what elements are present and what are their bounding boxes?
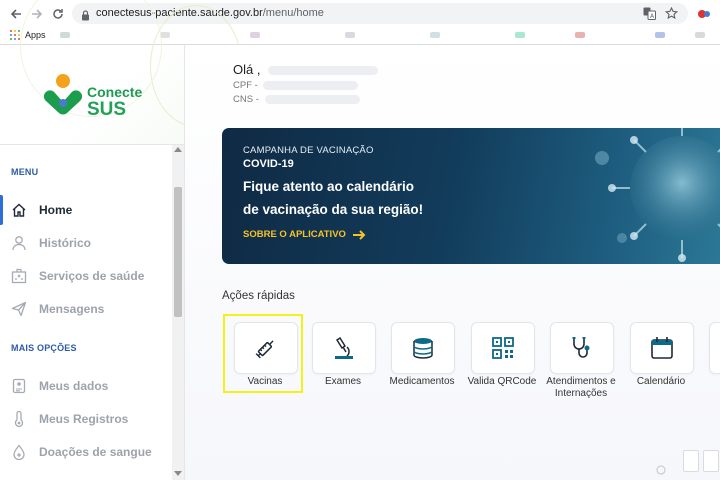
redacted-cns: [264, 94, 360, 104]
vaccination-campaign-banner[interactable]: CAMPANHA DE VACINAÇÃO COVID-19 Fique ate…: [222, 128, 720, 264]
cns-line: CNS -: [233, 94, 360, 105]
sidebar-item-meus-dados[interactable]: Meus dados: [0, 371, 172, 401]
redacted-name: [268, 66, 379, 76]
virus-illustration-icon: [595, 128, 720, 262]
document-icon[interactable]: [703, 450, 719, 472]
calendar-icon: [651, 337, 673, 359]
extension-icon: [698, 10, 710, 18]
bookmark-favicon[interactable]: [345, 32, 355, 38]
sidebar-item-label: Meus Registros: [39, 412, 129, 426]
bookmark-favicon[interactable]: [250, 32, 260, 38]
quick-action-label: Valida QRCode: [467, 376, 537, 387]
sidebar-item-servicos[interactable]: Serviços de saúde: [0, 261, 172, 291]
quick-action-label: Atendimentos e Internações: [546, 376, 616, 399]
sidebar-item-label: Meus dados: [39, 379, 109, 393]
menu-heading: MENU: [11, 167, 39, 177]
translate-icon[interactable]: A: [642, 6, 657, 21]
quick-action-medicamentos[interactable]: [391, 322, 455, 374]
qrcode-icon: [492, 337, 514, 359]
logo-line2: SUS: [87, 99, 127, 120]
microscope-icon: [335, 336, 353, 359]
sidebar-scrollbar[interactable]: [172, 145, 184, 480]
home-icon: [10, 201, 28, 219]
back-arrow-icon: [10, 9, 21, 19]
redacted-cpf: [263, 80, 359, 90]
more-options-heading: MAIS OPÇÕES: [11, 343, 77, 353]
greeting: Olá ,: [233, 62, 379, 77]
sidebar-item-historico[interactable]: Histórico: [0, 228, 172, 258]
blood-drop-icon: [10, 443, 28, 461]
highlight-box: [223, 314, 303, 393]
quick-action-valida-qrcode[interactable]: [471, 322, 535, 374]
sidebar-item-label: Serviços de saúde: [39, 269, 145, 283]
sidebar: Conecte SUS MENU Home Histórico Serviços…: [0, 0, 242, 480]
banner-headline: Fique atento ao calendário de vacinação …: [243, 175, 503, 221]
sidebar-item-label: Home: [39, 203, 73, 217]
sidebar-item-label: Doações de sangue: [39, 445, 152, 459]
about-app-link[interactable]: SOBRE O APLICATIVO: [243, 229, 366, 240]
bookmark-favicon[interactable]: [575, 32, 585, 38]
banner-kicker: CAMPANHA DE VACINAÇÃO: [243, 145, 374, 156]
greeting-text: Olá ,: [233, 62, 261, 77]
quick-action-label: Medicamentos: [389, 376, 455, 387]
sidebar-item-mensagens[interactable]: Mensagens: [0, 294, 172, 324]
quick-action-exames[interactable]: [312, 322, 376, 374]
quick-action-label: Calendário: [636, 376, 686, 387]
arrow-right-icon: [352, 229, 366, 240]
quick-actions-title: Ações rápidas: [222, 290, 295, 302]
quick-action-calendario[interactable]: [630, 322, 694, 374]
sidebar-item-meus-registros[interactable]: Meus Registros: [0, 404, 172, 434]
sidebar-item-label: Histórico: [39, 236, 92, 250]
sidebar-item-home[interactable]: Home: [0, 195, 172, 225]
cns-label: CNS -: [233, 94, 259, 105]
cpf-label: CPF -: [233, 80, 258, 91]
building-icon: [10, 267, 28, 285]
scroll-down-arrow-icon[interactable]: [174, 471, 182, 476]
bookmark-favicon[interactable]: [695, 32, 705, 38]
banner-subject: COVID-19: [243, 158, 294, 170]
banner-headline-line2: de vacinação da sua região!: [243, 202, 424, 217]
stethoscope-icon: [572, 337, 590, 358]
user-icon: [10, 234, 28, 252]
scrollbar-thumb[interactable]: [174, 187, 182, 317]
logo-area: Conecte SUS: [0, 0, 242, 145]
quick-action-next[interactable]: [709, 322, 720, 374]
quick-action-atendimentos[interactable]: [550, 322, 614, 374]
document-icon[interactable]: [683, 450, 699, 472]
banner-headline-line1: Fique atento ao calendário: [243, 179, 415, 194]
send-icon: [10, 300, 28, 318]
main-content: Olá , CPF - CNS - CAMPANHA DE VACINAÇÃO …: [185, 45, 720, 480]
pill-bottle-icon: [413, 338, 433, 359]
scroll-up-arrow-icon[interactable]: [174, 147, 182, 152]
bookmark-favicon[interactable]: [430, 32, 440, 38]
bookmark-favicon[interactable]: [655, 32, 665, 38]
bookmark-star-icon[interactable]: [664, 6, 679, 21]
active-indicator: [0, 195, 3, 225]
sidebar-item-label: Mensagens: [39, 302, 105, 316]
quick-action-label: Exames: [324, 376, 362, 387]
cpf-line: CPF -: [233, 80, 359, 91]
cta-label: SOBRE O APLICATIVO: [243, 229, 346, 240]
url-path: /menu/home: [262, 7, 324, 19]
back-button[interactable]: [6, 4, 26, 24]
bookmark-favicon[interactable]: [515, 32, 525, 38]
brand-logo-text: Conecte SUS: [87, 84, 142, 120]
thermometer-icon: [10, 410, 28, 428]
conecte-sus-logo-icon[interactable]: [41, 73, 85, 115]
sidebar-item-doacoes[interactable]: Doações de sangue: [0, 437, 172, 467]
chat-bubble-icon[interactable]: [656, 465, 666, 475]
id-card-icon: [10, 377, 28, 395]
extension-button[interactable]: [694, 4, 714, 24]
apps-grid-icon: [10, 30, 20, 40]
